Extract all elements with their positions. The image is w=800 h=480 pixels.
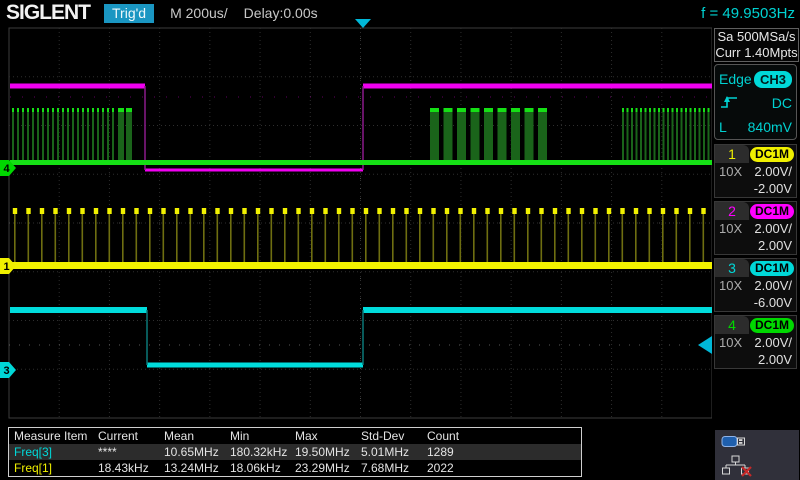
trigger-coupling-label: DC [771,95,792,111]
channel-offset: 2.00V [758,238,792,253]
channel-offset: -6.00V [753,295,792,310]
probe-ratio: 10X [719,221,743,236]
channel-offset: 2.00V [758,352,792,367]
volts-per-div: 2.00V/ [754,278,792,293]
col-mean: Mean [164,429,195,443]
sample-rate-readout: Sa 500MSa/s [717,29,796,44]
volts-per-div: 2.00V/ [754,164,792,179]
channel-box-4[interactable]: 4 DC1M 10X 2.00V/ 2.00V [714,315,797,369]
measurement-table: Measure Item Current Mean Min Max Std-De… [8,427,582,477]
col-current: Current [98,429,139,443]
svg-text:3: 3 [4,365,10,377]
oscilloscope-screen: SIGLENT Trig'd M 200us/ Delay:0.00s f = … [0,0,800,480]
channel-box-3[interactable]: 3 DC1M 10X 2.00V/ -6.00V [714,258,797,312]
probe-ratio: 10X [719,278,743,293]
channel-number: 4 [715,316,749,334]
channel-number: 2 [715,202,749,220]
measurement-header-row: Measure Item Current Mean Min Max Std-De… [9,428,581,444]
measurement-row: Freq[1] 18.43kHz 13.24MHz 18.06kHz 23.29… [9,460,581,476]
channel-coupling-badge: DC1M [749,317,794,333]
channel-number: 1 [715,145,749,163]
measurement-row: Freq[3] **** 10.65MHz 180.32kHz 19.50MHz… [9,444,581,460]
lan-disconnected-icon [721,455,753,480]
probe-ratio: 10X [719,335,743,350]
channel-box-2[interactable]: 2 DC1M 10X 2.00V/ 2.00V [714,201,797,255]
probe-ratio: 10X [719,164,743,179]
waveform-display[interactable]: 4 1 3 [0,18,712,428]
channel-box-1[interactable]: 1 DC1M 10X 2.00V/ -2.00V [714,144,797,198]
col-max: Max [295,429,318,443]
acquisition-info-box[interactable]: Sa 500MSa/s Curr 1.40Mpts [714,28,799,62]
volts-per-div: 2.00V/ [754,335,792,350]
status-icon-panel [715,430,799,480]
trigger-level-label: L [719,119,727,135]
memory-depth-readout: Curr 1.40Mpts [715,45,798,60]
col-min: Min [230,429,250,443]
measurement-item-label: Freq[3] [14,445,53,459]
trigger-frequency-readout: f = 49.9503Hz [701,4,795,22]
channel-coupling-badge: DC1M [749,146,794,162]
channel-coupling-badge: DC1M [749,203,794,219]
col-measure-item: Measure Item [14,429,88,443]
sidebar: Sa 500MSa/s Curr 1.40Mpts Edge CH3 DC L … [713,28,800,480]
channel-number: 3 [715,259,749,277]
rising-edge-icon [719,94,739,113]
channel-coupling-badge: DC1M [749,260,794,276]
volts-per-div: 2.00V/ [754,221,792,236]
col-count: Count [427,429,460,443]
trigger-level-value: 840mV [747,119,792,135]
col-stddev: Std-Dev [361,429,405,443]
svg-text:1: 1 [4,261,10,273]
trigger-info-box[interactable]: Edge CH3 DC L 840mV [714,64,797,140]
svg-text:4: 4 [4,163,11,175]
channel-offset: -2.00V [753,181,792,196]
trigger-type-label: Edge [719,71,752,87]
measurement-item-label: Freq[1] [14,461,53,475]
usb-icon [721,433,747,455]
trigger-source-badge: CH3 [753,70,792,88]
